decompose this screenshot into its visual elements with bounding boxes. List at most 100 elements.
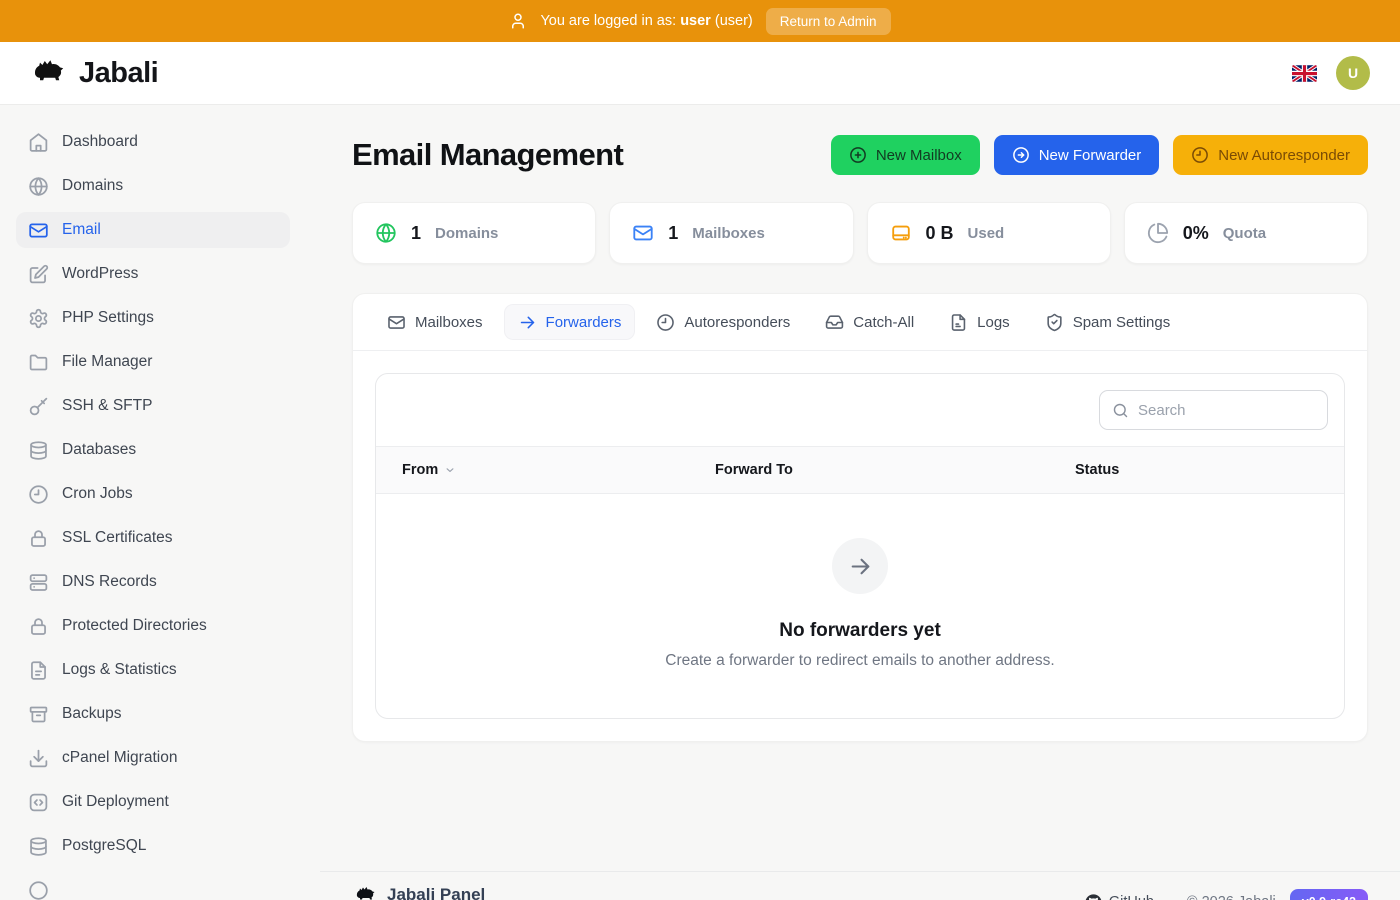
database-icon xyxy=(28,836,49,857)
empty-state: No forwarders yet Create a forwarder to … xyxy=(376,494,1344,718)
sidebar-item-postgresql[interactable]: PostgreSQL xyxy=(16,828,290,864)
shield-check-icon xyxy=(1045,313,1064,332)
footer-brand-name: Jabali Panel xyxy=(387,885,485,900)
new-mailbox-button[interactable]: New Mailbox xyxy=(831,135,980,175)
key-icon xyxy=(28,396,49,417)
tab-label: Autoresponders xyxy=(684,314,790,331)
sidebar-item-cron-jobs[interactable]: Cron Jobs xyxy=(16,476,290,512)
email-tabs: Mailboxes Forwarders Autoresponders Catc… xyxy=(353,294,1367,351)
sidebar-item-label: SSL Certificates xyxy=(62,529,173,547)
empty-state-circle xyxy=(832,538,888,594)
column-header-forward-to: Forward To xyxy=(715,462,1075,478)
empty-state-subtitle: Create a forwarder to redirect emails to… xyxy=(665,652,1054,670)
tab-catch-all[interactable]: Catch-All xyxy=(811,304,928,340)
sidebar-item-label: PostgreSQL xyxy=(62,837,146,855)
sidebar-item-file-manager[interactable]: File Manager xyxy=(16,344,290,380)
stat-label: Quota xyxy=(1223,225,1266,242)
file-icon xyxy=(949,313,968,332)
column-label: From xyxy=(402,462,438,478)
user-avatar[interactable]: U xyxy=(1336,56,1370,90)
file-text-icon xyxy=(28,660,49,681)
brand-name: Jabali xyxy=(79,57,158,90)
mail-icon xyxy=(632,222,654,244)
sidebar-item-label: Email xyxy=(62,221,101,239)
tab-spam-settings[interactable]: Spam Settings xyxy=(1031,304,1185,340)
sidebar-item-ssl-certificates[interactable]: SSL Certificates xyxy=(16,520,290,556)
download-icon xyxy=(28,748,49,769)
uk-flag-icon[interactable] xyxy=(1292,65,1317,82)
tab-forwarders[interactable]: Forwarders xyxy=(504,304,636,340)
sidebar-item-backups[interactable]: Backups xyxy=(16,696,290,732)
gear-icon xyxy=(28,308,49,329)
search-input[interactable] xyxy=(1138,402,1315,419)
page-actions: New Mailbox New Forwarder New Autorespon… xyxy=(831,135,1368,175)
column-header-from[interactable]: From xyxy=(402,462,715,478)
sidebar-item-email[interactable]: Email xyxy=(16,212,290,248)
circle-icon xyxy=(28,880,49,900)
stat-card-quota: 0% Quota xyxy=(1124,202,1368,264)
sidebar-item-partial[interactable] xyxy=(16,872,290,900)
mail-icon xyxy=(28,220,49,241)
stat-label: Used xyxy=(968,225,1005,242)
sidebar-item-label: SSH & SFTP xyxy=(62,397,152,415)
sidebar-item-php-settings[interactable]: PHP Settings xyxy=(16,300,290,336)
logged-in-username: user xyxy=(680,13,711,29)
github-link[interactable]: GitHub xyxy=(1085,894,1154,900)
page-footer: Jabali Panel GitHub • © 2026 Jabali v0.9… xyxy=(320,871,1400,900)
sidebar-item-dashboard[interactable]: Dashboard xyxy=(16,124,290,160)
stats-row: 1 Domains 1 Mailboxes 0 B Used 0% Quota xyxy=(352,202,1368,264)
sidebar-item-label: Logs & Statistics xyxy=(62,661,177,679)
sidebar-item-label: Protected Directories xyxy=(62,617,207,635)
forwarders-card: From Forward To Status xyxy=(375,373,1345,719)
stat-card-mailboxes: 1 Mailboxes xyxy=(609,202,853,264)
tab-mailboxes[interactable]: Mailboxes xyxy=(373,304,497,340)
sidebar-item-wordpress[interactable]: WordPress xyxy=(16,256,290,292)
sidebar-item-label: DNS Records xyxy=(62,573,157,591)
brand[interactable]: Jabali xyxy=(26,57,158,90)
sidebar-item-label: cPanel Migration xyxy=(62,749,177,767)
sidebar-item-domains[interactable]: Domains xyxy=(16,168,290,204)
globe-icon xyxy=(375,222,397,244)
clock-icon xyxy=(656,313,675,332)
sidebar-item-label: Dashboard xyxy=(62,133,138,151)
footer-brand: Jabali Panel xyxy=(352,885,485,900)
page-title: Email Management xyxy=(352,137,623,173)
tab-logs[interactable]: Logs xyxy=(935,304,1024,340)
tab-autoresponders[interactable]: Autoresponders xyxy=(642,304,804,340)
home-icon xyxy=(28,132,49,153)
lock-icon xyxy=(28,616,49,637)
new-forwarder-button[interactable]: New Forwarder xyxy=(994,135,1160,175)
stat-value: 1 xyxy=(411,223,421,244)
tab-label: Spam Settings xyxy=(1073,314,1171,331)
logged-in-prefix: You are logged in as: xyxy=(540,13,676,29)
stat-label: Domains xyxy=(435,225,498,242)
search-box[interactable] xyxy=(1099,390,1328,430)
new-autoresponder-button[interactable]: New Autoresponder xyxy=(1173,135,1368,175)
clock-icon xyxy=(28,484,49,505)
sidebar-item-git-deployment[interactable]: Git Deployment xyxy=(16,784,290,820)
sidebar-item-dns-records[interactable]: DNS Records xyxy=(16,564,290,600)
sidebar-item-cpanel-migration[interactable]: cPanel Migration xyxy=(16,740,290,776)
sidebar-item-label: Cron Jobs xyxy=(62,485,133,503)
sidebar-item-label: WordPress xyxy=(62,265,138,283)
app-header: Jabali U xyxy=(0,42,1400,105)
sidebar-item-ssh-sftp[interactable]: SSH & SFTP xyxy=(16,388,290,424)
edit-icon xyxy=(28,264,49,285)
sidebar-item-protected-directories[interactable]: Protected Directories xyxy=(16,608,290,644)
clock-icon xyxy=(1191,146,1209,164)
sidebar-item-label: Git Deployment xyxy=(62,793,169,811)
tab-label: Forwarders xyxy=(546,314,622,331)
inbox-icon xyxy=(825,313,844,332)
footer-separator: • xyxy=(1168,894,1173,900)
plus-circle-icon xyxy=(849,146,867,164)
hard-drive-icon xyxy=(890,222,912,244)
stat-value: 1 xyxy=(668,223,678,244)
column-label: Forward To xyxy=(715,462,793,478)
chevron-down-icon xyxy=(443,463,457,477)
sidebar-item-logs-statistics[interactable]: Logs & Statistics xyxy=(16,652,290,688)
stat-card-used: 0 B Used xyxy=(867,202,1111,264)
code-icon xyxy=(28,792,49,813)
sidebar-item-databases[interactable]: Databases xyxy=(16,432,290,468)
return-to-admin-button[interactable]: Return to Admin xyxy=(766,8,891,35)
boar-logo-icon xyxy=(352,885,378,900)
